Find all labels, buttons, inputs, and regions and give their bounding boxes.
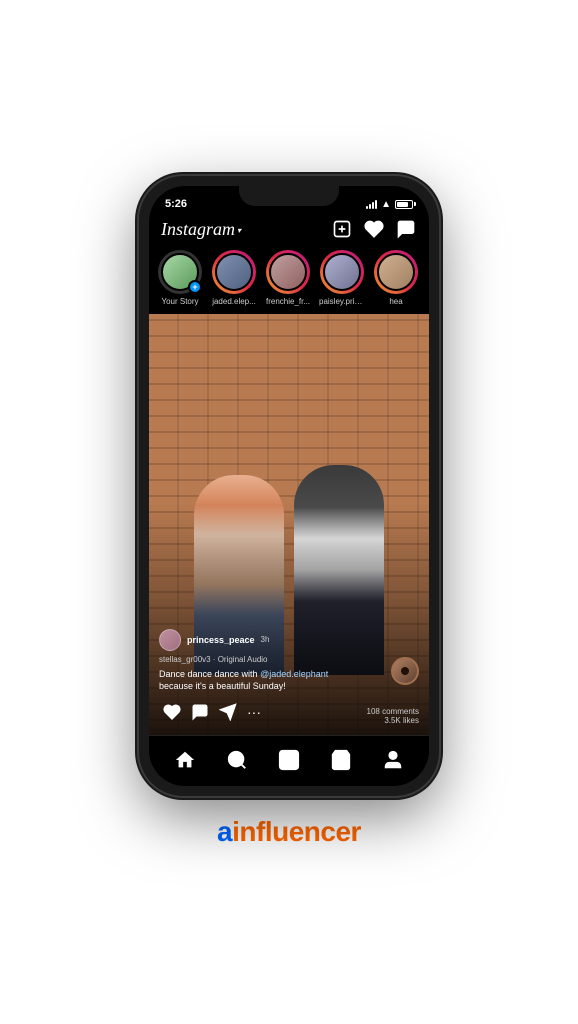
brand-suffix: influencer [232, 816, 361, 847]
notifications-button[interactable] [363, 218, 385, 240]
story-jaded-elep[interactable]: jaded.elep... [211, 250, 257, 306]
nav-home-button[interactable] [169, 744, 201, 776]
like-button[interactable] [159, 699, 185, 725]
story-your-story[interactable]: + Your Story [157, 250, 203, 306]
post-time: 3h [261, 635, 270, 644]
phone-notch [239, 186, 339, 206]
feed-post: princess_peace 3h stellas_gr00v3 · Origi… [149, 314, 429, 735]
jaded-elep-label: jaded.elep... [212, 297, 256, 306]
post-audio-text: stellas_gr00v3 · Original Audio [159, 655, 268, 664]
frenchie-fr-avatar-wrap [266, 250, 310, 294]
post-caption: Dance dance dance with @jaded.elephant b… [159, 668, 419, 693]
jaded-elep-avatar-wrap [212, 250, 256, 294]
ig-header-icons [331, 218, 417, 240]
brand-prefix: a [217, 816, 232, 847]
phone-screen: 5:26 ▲ Instagram ▾ [149, 186, 429, 786]
jaded-elep-ring [212, 250, 256, 294]
messages-button[interactable] [395, 218, 417, 240]
nav-profile-button[interactable] [377, 744, 409, 776]
status-icons: ▲ [366, 199, 413, 210]
your-story-avatar-wrap: + [158, 250, 202, 294]
post-user-avatar[interactable] [159, 629, 181, 651]
paisley-prin-ring [320, 250, 364, 294]
post-comments-count: 108 comments [367, 707, 419, 716]
comment-button[interactable] [187, 699, 213, 725]
post-actions: ··· 108 comments 3.5K likes [159, 699, 419, 725]
ig-logo[interactable]: Instagram ▾ [161, 219, 241, 240]
your-story-label: Your Story [161, 297, 198, 306]
stories-strip: + Your Story jaded.elep... [149, 246, 429, 314]
ig-logo-chevron: ▾ [237, 226, 241, 235]
nav-reels-button[interactable] [273, 744, 305, 776]
brand-logo: ainfluencer [217, 816, 361, 848]
frenchie-fr-avatar [269, 253, 307, 291]
hea-avatar-wrap [374, 250, 418, 294]
bottom-nav [149, 735, 429, 786]
signal-bars-icon [366, 199, 377, 209]
frenchie-fr-ring [266, 250, 310, 294]
battery-fill [397, 202, 408, 207]
page-wrapper: 5:26 ▲ Instagram ▾ [0, 0, 578, 1024]
add-post-button[interactable] [331, 218, 353, 240]
share-button[interactable] [215, 699, 241, 725]
post-caption-mention[interactable]: @jaded.elephant [260, 669, 328, 679]
post-audio[interactable]: stellas_gr00v3 · Original Audio [159, 655, 419, 664]
hea-avatar [377, 253, 415, 291]
battery-icon [395, 200, 413, 209]
nav-search-button[interactable] [221, 744, 253, 776]
story-hea[interactable]: hea [373, 250, 419, 306]
post-username[interactable]: princess_peace [187, 635, 255, 645]
jaded-elep-avatar [215, 253, 253, 291]
post-user-row: princess_peace 3h [159, 629, 419, 651]
paisley-prin-avatar-wrap [320, 250, 364, 294]
hea-label: hea [389, 297, 402, 306]
add-story-badge: + [188, 280, 202, 294]
post-info: princess_peace 3h stellas_gr00v3 · Origi… [149, 621, 429, 735]
story-frenchie-fr[interactable]: frenchie_fr... [265, 250, 311, 306]
phone-frame: 5:26 ▲ Instagram ▾ [139, 176, 439, 796]
wifi-icon: ▲ [381, 199, 391, 210]
more-options-button[interactable]: ··· [243, 704, 265, 720]
paisley-prin-avatar [323, 253, 361, 291]
story-paisley-prin[interactable]: paisley.prin... [319, 250, 365, 306]
hea-ring [374, 250, 418, 294]
paisley-prin-label: paisley.prin... [319, 297, 365, 306]
status-time: 5:26 [165, 198, 187, 210]
nav-shop-button[interactable] [325, 744, 357, 776]
ig-header: Instagram ▾ [149, 214, 429, 246]
post-caption-text: because it's a beautiful Sunday! [159, 681, 286, 691]
frenchie-fr-label: frenchie_fr... [266, 297, 310, 306]
post-likes-count: 3.5K likes [367, 716, 419, 725]
post-stats: 108 comments 3.5K likes [367, 707, 419, 725]
ig-logo-text: Instagram [161, 219, 235, 240]
